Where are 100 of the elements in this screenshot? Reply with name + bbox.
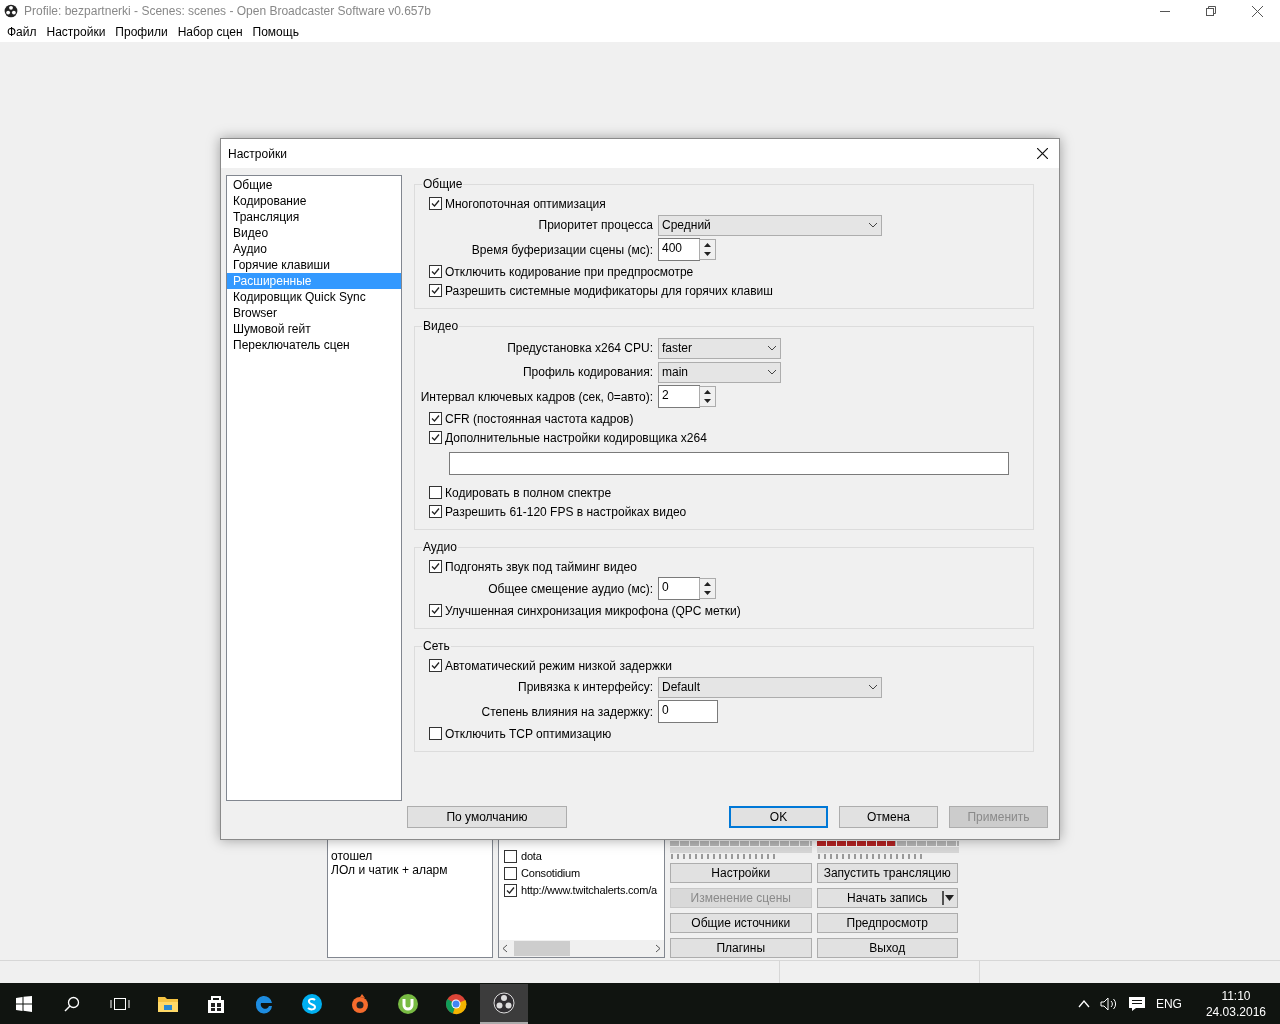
folder-icon — [157, 994, 179, 1013]
checkbox[interactable] — [504, 867, 517, 880]
chevron-down-icon — [767, 345, 777, 351]
field-label: Интервал ключевых кадров (сек, 0=авто): — [419, 388, 654, 406]
category-item[interactable]: Шумовой гейт — [227, 321, 401, 337]
dropdown[interactable]: faster — [658, 337, 781, 359]
dropdown[interactable]: Default — [658, 676, 882, 698]
spin-buttons[interactable] — [699, 578, 716, 599]
dialog-title: Настройки — [227, 145, 287, 163]
chevron-up-icon[interactable] — [1077, 999, 1090, 1008]
category-item[interactable]: Кодировщик Quick Sync — [227, 289, 401, 305]
menu-item[interactable]: Настройки — [41, 23, 111, 41]
text-field[interactable]: 0 — [658, 700, 718, 723]
menu-item[interactable]: Набор сцен — [172, 23, 248, 41]
checkbox[interactable] — [429, 284, 442, 297]
restore-icon — [1206, 6, 1216, 16]
chat-s-icon — [301, 992, 323, 1015]
dropdown-arrow-icon — [942, 891, 955, 905]
checkbox[interactable] — [429, 727, 442, 740]
chrome-icon — [445, 992, 467, 1015]
number-field[interactable]: 400 — [658, 238, 700, 261]
taskbar-app[interactable] — [480, 983, 528, 1024]
menu-item[interactable]: Помощь — [247, 23, 304, 41]
panel-button[interactable]: Начать запись — [816, 888, 958, 908]
scroll-left-icon — [502, 944, 508, 953]
dropdown[interactable]: Средний — [658, 214, 882, 236]
dropdown[interactable]: main — [658, 361, 781, 383]
category-item[interactable]: Кодирование — [227, 193, 401, 209]
category-item[interactable]: Аудио — [227, 241, 401, 257]
checkbox[interactable] — [504, 850, 517, 863]
source-label: Consotidium — [521, 866, 580, 882]
task-view-icon — [110, 996, 130, 1011]
checkbox[interactable] — [429, 604, 442, 617]
scene-item[interactable]: отошел — [331, 849, 492, 863]
checkbox[interactable] — [429, 265, 442, 278]
text-field[interactable] — [449, 452, 1009, 475]
message-icon[interactable] — [1127, 995, 1146, 1012]
category-item[interactable]: Трансляция — [227, 209, 401, 225]
checkbox[interactable] — [429, 431, 442, 444]
speaker-icon[interactable] — [1099, 996, 1118, 1011]
horizontal-scrollbar[interactable] — [499, 940, 664, 957]
window-title: Profile: bezpartnerki - Scenes: scenes - Open Broadcaster Software v0.657b — [24, 3, 431, 20]
chevron-down-icon — [868, 684, 878, 690]
number-field[interactable]: 2 — [658, 385, 700, 408]
minimize-icon — [1160, 10, 1170, 12]
checkbox[interactable] — [429, 659, 442, 672]
panel-button[interactable]: Общие источники — [670, 913, 812, 933]
chevron-down-icon — [868, 222, 878, 228]
checkbox-label: Подгонять звук под тайминг видео — [445, 558, 637, 576]
torrent-icon — [397, 992, 419, 1015]
dialog-button[interactable]: По умолчанию — [407, 806, 567, 828]
chevron-down-icon — [767, 369, 777, 375]
group-title: Сеть — [422, 638, 451, 655]
clock[interactable]: 11:10 24.03.2016 — [1205, 987, 1266, 1020]
shopping-bag-icon — [206, 993, 226, 1014]
checkbox-label: Дополнительные настройки кодировщика x264 — [445, 429, 707, 447]
category-item[interactable]: Browser — [227, 305, 401, 321]
scroll-right-icon — [655, 944, 661, 953]
panel-button[interactable]: Предпросмотр — [816, 913, 958, 933]
scene-item[interactable]: ЛОл и чатик + аларм — [331, 863, 492, 877]
field-label: Степень влияния на задержку: — [480, 703, 654, 721]
category-item[interactable]: Общие — [227, 177, 401, 193]
category-item[interactable]: Переключатель сцен — [227, 337, 401, 353]
field-label: Предустановка x264 CPU: — [506, 340, 654, 357]
ring-logo-icon — [349, 992, 371, 1015]
checkbox-label: Кодировать в полном спектре — [445, 484, 612, 502]
spin-buttons[interactable] — [699, 239, 716, 260]
spin-buttons[interactable] — [699, 386, 716, 407]
field-label: Профиль кодирования: — [521, 364, 654, 381]
panel-button[interactable]: Выход — [816, 938, 958, 958]
panel-button[interactable]: Запустить трансляцию — [816, 863, 958, 883]
checkbox[interactable] — [429, 412, 442, 425]
language-indicator[interactable]: ENG — [1155, 994, 1182, 1013]
close-icon — [1251, 5, 1263, 17]
number-field[interactable]: 0 — [658, 577, 700, 600]
checkbox-label: Многопоточная оптимизация — [445, 195, 606, 213]
panel-button[interactable]: Плагины — [670, 938, 812, 958]
checkbox-label: Отключить TCP оптимизацию — [445, 725, 612, 743]
checkbox-label: Улучшенная синхронизация микрофона (QPC метки) — [445, 602, 741, 620]
checkbox-label: CFR (постоянная частота кадров) — [445, 410, 634, 428]
search-icon — [64, 995, 80, 1012]
checkbox[interactable] — [429, 560, 442, 573]
field-label: Приоритет процесса — [537, 217, 654, 234]
checkbox[interactable] — [429, 197, 442, 210]
group-title: Видео — [422, 318, 460, 335]
source-label: http://www.twitchalerts.com/a — [521, 883, 658, 899]
dialog-button[interactable]: Отмена — [839, 806, 938, 828]
windows-logo-icon — [16, 995, 32, 1012]
dialog-button[interactable]: OK — [729, 806, 828, 828]
category-item[interactable]: Видео — [227, 225, 401, 241]
panel-button[interactable]: Настройки — [670, 863, 812, 883]
obs-logo-icon — [4, 4, 18, 18]
checkbox[interactable] — [429, 505, 442, 518]
checkbox[interactable] — [504, 884, 517, 897]
category-item[interactable]: Горячие клавиши — [227, 257, 401, 273]
checkbox[interactable] — [429, 486, 442, 499]
field-label: Общее смещение аудио (мс): — [487, 580, 654, 598]
source-label: dota — [521, 849, 542, 865]
menu-item[interactable]: Профили — [110, 23, 173, 41]
menu-item[interactable]: Файл — [2, 23, 42, 41]
